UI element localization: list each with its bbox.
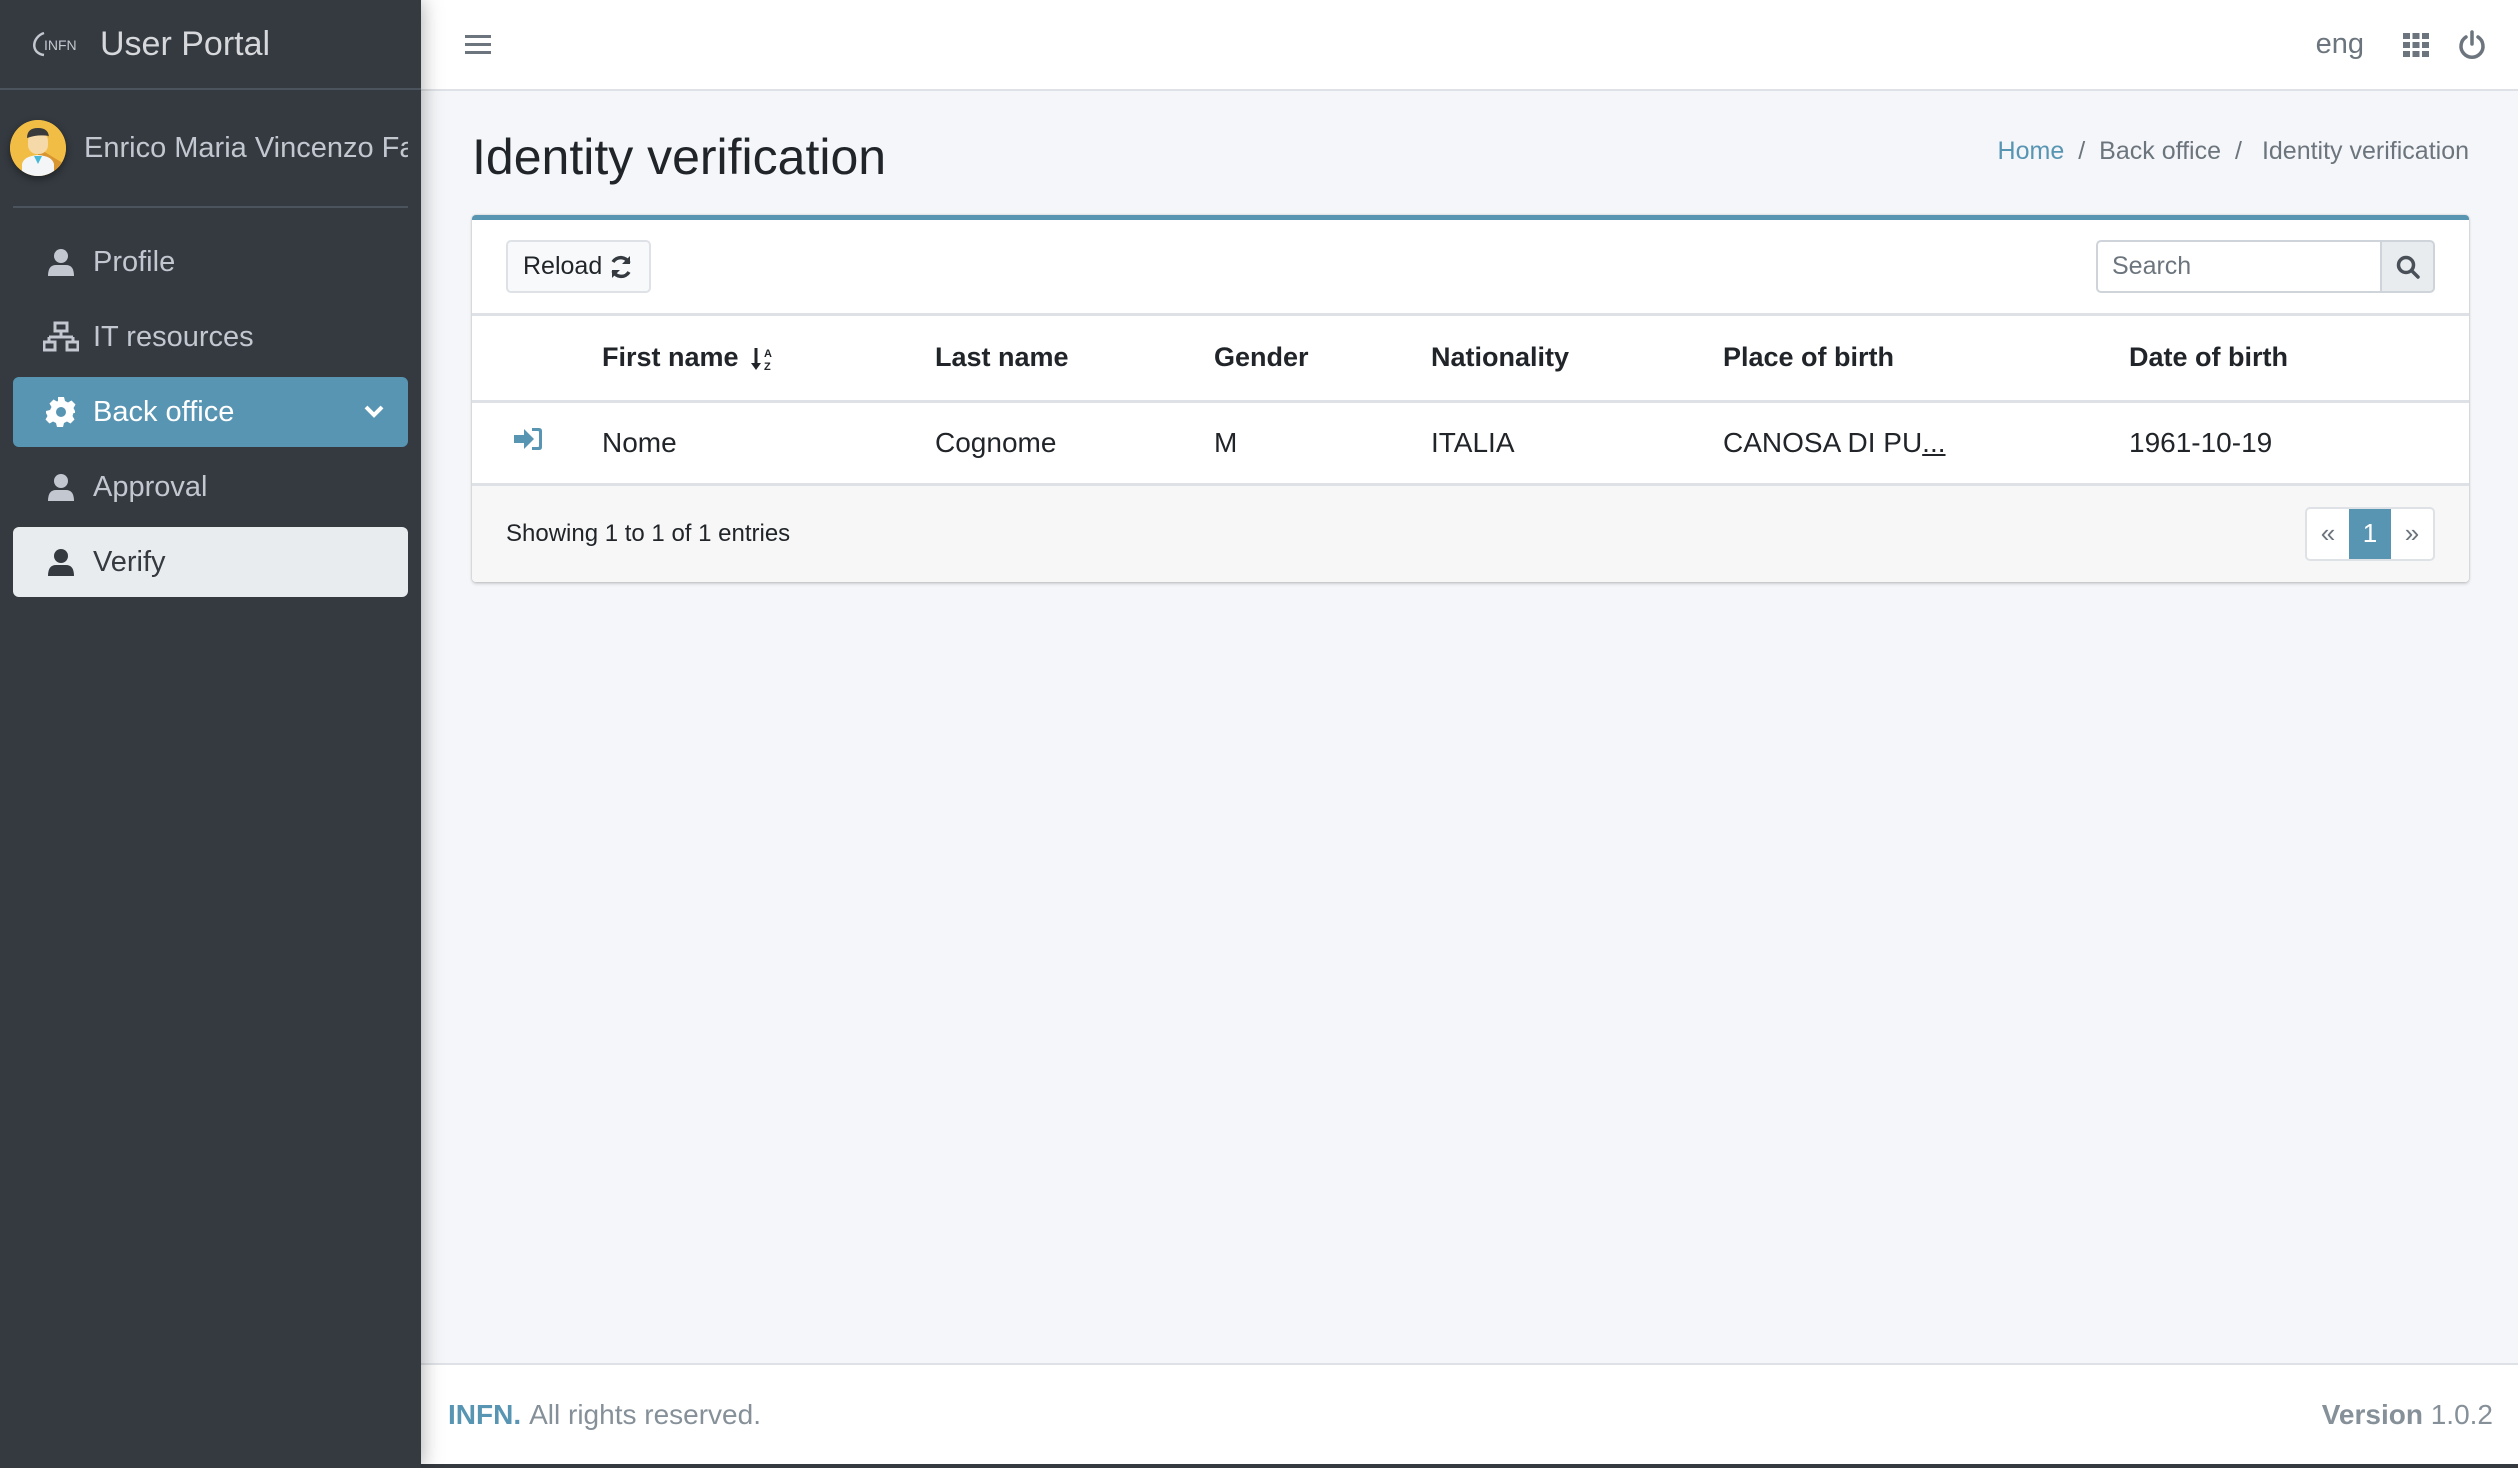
user-icon <box>43 544 79 580</box>
table-footer: Showing 1 to 1 of 1 entries « 1 » <box>472 485 2469 582</box>
reload-label: Reload <box>523 252 603 280</box>
refresh-icon <box>611 255 631 278</box>
footer-rights: All rights reserved. <box>529 1398 761 1430</box>
reload-button[interactable]: Reload <box>506 240 652 293</box>
sitemap-icon <box>43 319 79 355</box>
power-icon[interactable] <box>2456 29 2488 61</box>
version-label: Version <box>2321 1398 2423 1430</box>
user-icon <box>43 244 79 280</box>
column-header-action <box>472 316 602 403</box>
sidebar-item-verify[interactable]: Verify <box>13 527 408 597</box>
breadcrumb-home[interactable]: Home <box>1998 137 2065 166</box>
content-header: Identity verification Home / Back office… <box>472 91 2469 215</box>
infn-logo-icon: INFN <box>33 31 77 57</box>
sign-in-icon[interactable] <box>512 425 544 453</box>
page-title: Identity verification <box>472 129 887 185</box>
user-panel[interactable]: Enrico Maria Vincenzo Fa <box>10 90 408 208</box>
search-input[interactable] <box>2096 240 2380 293</box>
search-group <box>2096 240 2435 293</box>
cell-gender: M <box>1214 401 1431 486</box>
avatar <box>10 120 66 176</box>
column-header-gender[interactable]: Gender <box>1214 316 1431 403</box>
sidebar: INFN User Portal Enrico Maria Vincenzo F… <box>0 0 421 1468</box>
breadcrumb-separator: / <box>2235 136 2242 165</box>
page-footer: INFN. All rights reserved. Version 1.0.2 <box>421 1363 2518 1464</box>
column-header-nationality[interactable]: Nationality <box>1431 316 1723 403</box>
user-name[interactable]: Enrico Maria Vincenzo Fa <box>84 132 408 165</box>
breadcrumb-back-office: Back office <box>2099 136 2221 165</box>
sidebar-item-profile[interactable]: Profile <box>13 227 408 297</box>
breadcrumb-current: Identity verification <box>2261 136 2469 165</box>
column-header-place-of-birth[interactable]: Place of birth <box>1723 316 2129 403</box>
verification-table: First name A Z Last name Gender National… <box>472 316 2469 486</box>
sidebar-item-it-resources[interactable]: IT resources <box>13 302 408 372</box>
topbar-actions: eng <box>2316 28 2488 61</box>
version-info: Version 1.0.2 <box>2322 1399 2493 1431</box>
app-title: User Portal <box>100 24 271 63</box>
sidebar-item-label: Profile <box>93 245 176 278</box>
cell-place-of-birth: CANOSA DI PU... <box>1723 401 2129 486</box>
sidebar-item-label: Approval <box>93 470 208 503</box>
sidebar-nav: Profile IT resources Back office Approva… <box>0 208 421 597</box>
sidebar-item-approval[interactable]: Approval <box>13 452 408 522</box>
chevron-down-icon <box>364 405 384 418</box>
main-content: Identity verification Home / Back office… <box>472 91 2469 582</box>
search-icon <box>2396 255 2420 279</box>
svg-text:Z: Z <box>764 361 771 373</box>
sidebar-item-label: Verify <box>93 545 166 578</box>
entries-info: Showing 1 to 1 of 1 entries <box>506 519 791 547</box>
table-toolbar: Reload <box>472 220 2469 316</box>
sidebar-item-back-office[interactable]: Back office <box>13 377 408 447</box>
hamburger-menu-icon[interactable] <box>463 32 493 58</box>
search-button[interactable] <box>2380 240 2435 293</box>
breadcrumb: Home / Back office / Identity verificati… <box>1998 137 2469 166</box>
table-row: Nome Cognome M ITALIA CANOSA DI PU... 19… <box>472 401 2469 486</box>
sidebar-item-label: IT resources <box>93 320 254 353</box>
top-navbar: eng <box>421 0 2518 91</box>
verification-card: Reload First name <box>472 215 2469 582</box>
pagination-next[interactable]: » <box>2391 509 2433 559</box>
footer-brand-link[interactable]: INFN. <box>448 1399 521 1431</box>
cell-last-name: Cognome <box>935 401 1214 486</box>
row-action-cell <box>472 401 602 486</box>
sidebar-item-label: Back office <box>93 395 235 428</box>
version-number: 1.0.2 <box>2430 1398 2493 1430</box>
place-of-birth-text: CANOSA DI PU <box>1723 426 1923 458</box>
pagination-page-1[interactable]: 1 <box>2349 508 2391 559</box>
gear-icon <box>43 394 79 430</box>
pagination-prev[interactable]: « <box>2307 509 2349 559</box>
user-icon <box>43 469 79 505</box>
breadcrumb-separator: / <box>2078 136 2086 165</box>
table-header-row: First name A Z Last name Gender National… <box>472 316 2469 403</box>
place-of-birth-expand-link[interactable]: ... <box>1922 427 1945 458</box>
cell-nationality: ITALIA <box>1431 401 1723 486</box>
column-header-last-name[interactable]: Last name <box>935 316 1214 403</box>
sort-alpha-down-icon[interactable]: A Z <box>750 345 778 373</box>
cell-date-of-birth: 1961-10-19 <box>2129 401 2469 486</box>
language-selector[interactable]: eng <box>2316 28 2364 61</box>
brand-link[interactable]: INFN User Portal <box>0 0 421 90</box>
svg-text:INFN: INFN <box>44 37 77 53</box>
column-header-date-of-birth[interactable]: Date of birth <box>2129 316 2469 403</box>
column-header-first-name[interactable]: First name A Z <box>602 316 935 403</box>
cell-first-name: Nome <box>602 401 935 486</box>
pagination: « 1 » <box>2305 506 2435 561</box>
user-avatar-icon <box>10 120 66 176</box>
svg-text:A: A <box>764 348 772 360</box>
grid-icon[interactable] <box>2400 29 2432 61</box>
